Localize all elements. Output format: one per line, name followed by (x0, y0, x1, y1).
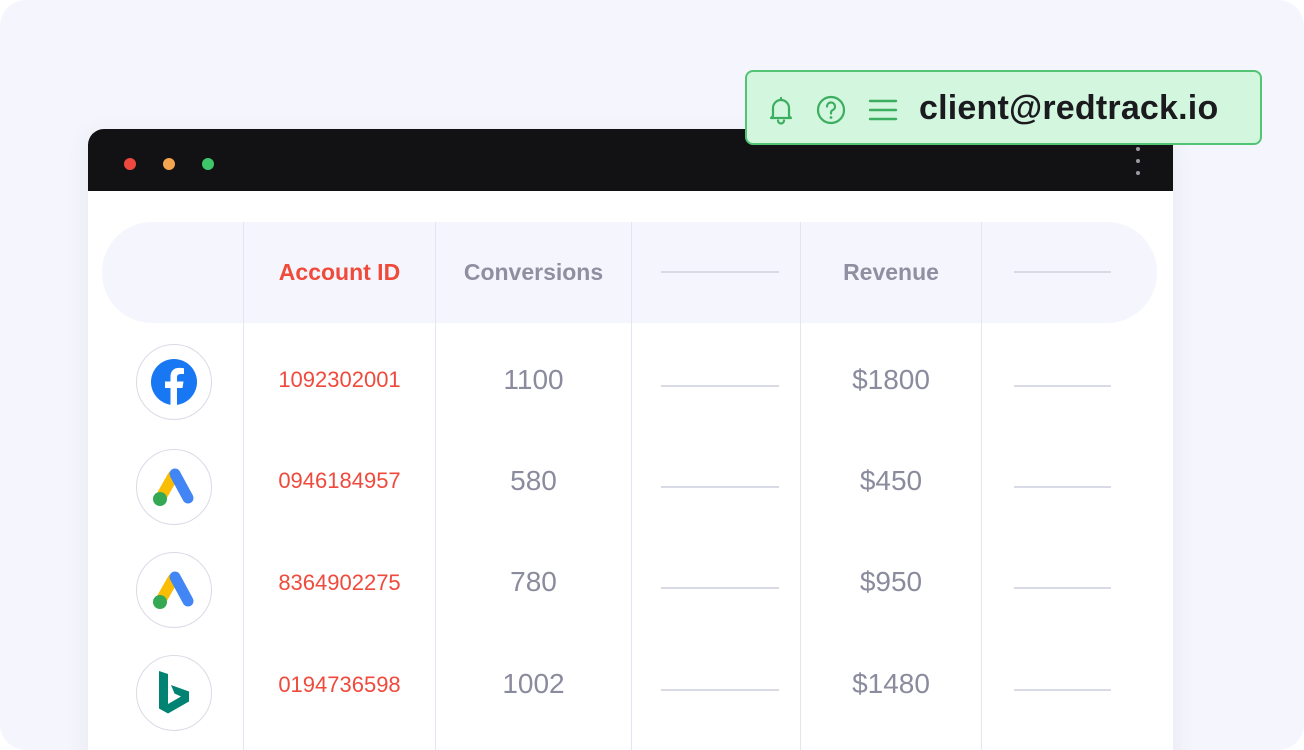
facebook-icon (136, 344, 212, 420)
minimize-window-button[interactable] (163, 158, 175, 170)
account-id[interactable]: 0946184957 (244, 468, 435, 494)
empty-cell-dash (1014, 385, 1111, 387)
conversions-value: 1002 (502, 668, 565, 699)
background-canvas: Account ID Conversions Revenue 109230200… (0, 0, 1304, 750)
browser-window: Account ID Conversions Revenue 109230200… (88, 129, 1173, 750)
google-ads-icon (136, 552, 212, 628)
revenue-value: $1800 (852, 364, 930, 395)
column-divider (981, 222, 982, 750)
column-header-account-id[interactable]: Account ID (244, 222, 435, 323)
empty-cell-dash (1014, 689, 1111, 691)
menu-icon[interactable] (867, 94, 899, 126)
user-account-bar: client@redtrack.io (745, 70, 1262, 145)
empty-cell-dash (661, 486, 779, 488)
revenue-value: $450 (859, 465, 923, 496)
account-id[interactable]: 1092302001 (244, 367, 435, 393)
empty-cell-dash (1014, 486, 1111, 488)
bell-icon[interactable] (765, 94, 797, 126)
user-email[interactable]: client@redtrack.io (919, 86, 1218, 130)
empty-cell-dash (661, 689, 779, 691)
maximize-window-button[interactable] (202, 158, 214, 170)
column-header-conversions[interactable]: Conversions (436, 222, 631, 323)
conversions-value: 780 (510, 566, 557, 597)
column-header-placeholder (1014, 271, 1111, 273)
empty-cell-dash (661, 587, 779, 589)
revenue-value: $950 (859, 566, 923, 597)
conversions-value: 1100 (503, 364, 564, 395)
empty-cell-dash (661, 385, 779, 387)
conversions-value: 580 (510, 465, 557, 496)
account-id[interactable]: 8364902275 (244, 570, 435, 596)
bing-icon (136, 655, 212, 731)
help-icon[interactable] (815, 94, 847, 126)
column-header-revenue[interactable]: Revenue (801, 222, 981, 323)
account-id[interactable]: 0194736598 (244, 672, 435, 698)
column-header-placeholder (661, 271, 779, 273)
kebab-menu-icon[interactable] (1134, 147, 1142, 177)
revenue-value: $1480 (852, 668, 930, 699)
google-ads-icon (136, 449, 212, 525)
empty-cell-dash (1014, 587, 1111, 589)
close-window-button[interactable] (124, 158, 136, 170)
column-divider (631, 222, 632, 750)
